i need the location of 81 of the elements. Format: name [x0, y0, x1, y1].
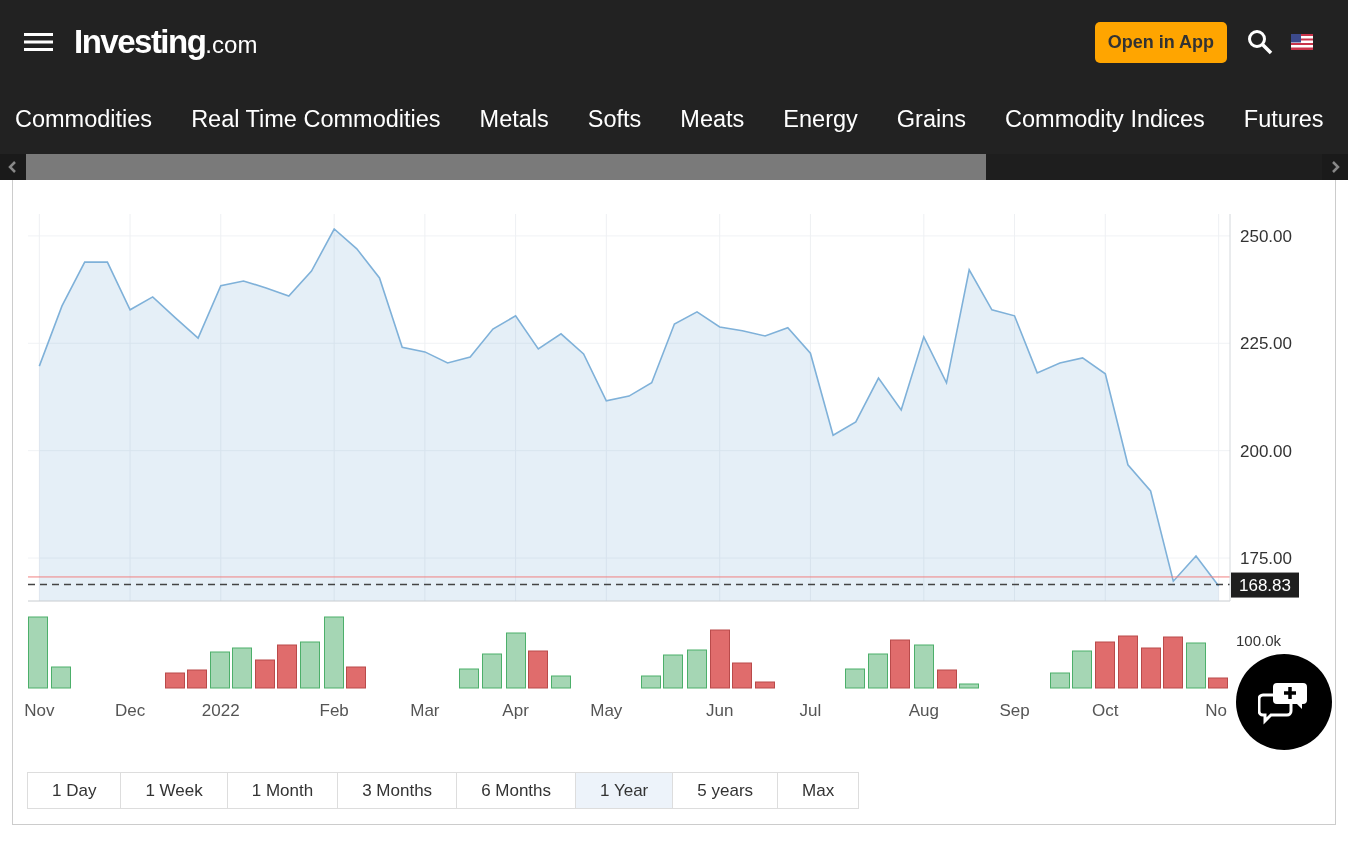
axis-label: Oct	[1092, 701, 1119, 720]
nav-link[interactable]: Grains	[896, 105, 967, 133]
volume-bar	[1095, 641, 1115, 689]
axis-label: 100.0k	[1236, 632, 1282, 649]
volume-bar	[710, 629, 730, 689]
range-tab[interactable]: Max	[777, 772, 860, 809]
volume-bar	[914, 644, 934, 689]
axis-label: Nov	[24, 701, 55, 720]
axis-label: Feb	[319, 701, 349, 720]
volume-bar	[1118, 635, 1138, 689]
nav-link[interactable]: Commodity Indices	[1005, 105, 1205, 133]
volume-bar	[255, 659, 275, 689]
range-tab[interactable]: 1 Day	[27, 772, 122, 809]
open-in-app-button[interactable]: Open in App	[1094, 21, 1227, 63]
volume-bar	[232, 647, 252, 689]
axis-label: Aug	[908, 701, 939, 720]
range-tab[interactable]: 6 Months	[456, 772, 577, 809]
volume-bar	[210, 651, 230, 689]
chevron-left-icon	[8, 161, 18, 173]
volume-bar	[528, 650, 548, 689]
volume-bar	[641, 675, 661, 689]
volume-bar	[890, 639, 910, 689]
volume-bar	[51, 666, 71, 689]
ref-line-label: 168.83	[1239, 576, 1291, 596]
axis-label: 250.00	[1240, 226, 1292, 246]
menu-icon[interactable]	[24, 33, 53, 51]
volume-bar	[506, 632, 526, 689]
logo[interactable]: Investing.com	[74, 23, 258, 61]
range-tab[interactable]: 1 Month	[226, 772, 339, 809]
chevron-right-icon	[1330, 161, 1340, 173]
search-icon[interactable]	[1247, 29, 1273, 55]
volume-bar	[300, 641, 320, 689]
nav-link[interactable]: Futures	[1243, 105, 1324, 133]
range-tab[interactable]: 3 Months	[337, 772, 458, 809]
volume-bar	[165, 672, 185, 689]
range-tab[interactable]: 5 years	[672, 772, 779, 809]
volume-bar	[959, 683, 979, 689]
nav-link[interactable]: Commodities	[15, 105, 153, 133]
axis-label: Dec	[114, 701, 146, 720]
axis-label: Jun	[706, 701, 734, 720]
nav-link[interactable]: Metals	[479, 105, 549, 133]
scrollbar-thumb[interactable]	[26, 154, 986, 180]
axis-label: Sep	[999, 701, 1030, 720]
volume-bar	[346, 666, 366, 689]
volume-bar	[845, 668, 865, 689]
axis-label: Jul	[799, 701, 822, 720]
nav-link[interactable]: Energy	[783, 105, 858, 133]
volume-bar	[459, 668, 479, 689]
nav-link[interactable]: Meats	[680, 105, 745, 133]
volume-bar	[482, 653, 502, 689]
volume-bar	[551, 675, 571, 689]
volume-bar	[1208, 677, 1228, 689]
volume-bar	[277, 644, 297, 689]
volume-bar	[1163, 636, 1183, 689]
volume-bar	[1186, 642, 1206, 689]
flag-icon[interactable]	[1291, 34, 1313, 50]
volume-bar	[663, 654, 683, 689]
volume-bar	[755, 681, 775, 689]
volume-bar	[1072, 650, 1092, 689]
axis-label: 200.00	[1240, 441, 1292, 461]
volume-bar	[732, 662, 752, 689]
axis-label: No	[1205, 701, 1227, 720]
axis-label: 225.00	[1240, 334, 1292, 354]
scroll-right-button[interactable]	[1322, 154, 1348, 180]
nav-link[interactable]: Softs	[587, 105, 642, 133]
volume-bar	[187, 669, 207, 689]
scroll-left-button[interactable]	[0, 154, 26, 180]
volume-bar	[868, 653, 888, 689]
volume-bar	[687, 649, 707, 689]
range-tab[interactable]: 1 Week	[120, 772, 228, 809]
axis-label: 175.00	[1240, 549, 1292, 569]
axis-label: Apr	[502, 701, 529, 720]
last-price-tag: 168.83	[1231, 572, 1299, 598]
volume-bar	[937, 669, 957, 689]
axis-label: 2022	[201, 701, 240, 720]
volume-bar	[1050, 672, 1070, 689]
range-tab[interactable]: 1 Year	[575, 772, 674, 809]
axis-label: Mar	[410, 701, 440, 720]
volume-bar	[1141, 647, 1161, 689]
axis-label: May	[590, 701, 623, 720]
nav-link[interactable]: Real Time Commodities	[191, 105, 441, 133]
